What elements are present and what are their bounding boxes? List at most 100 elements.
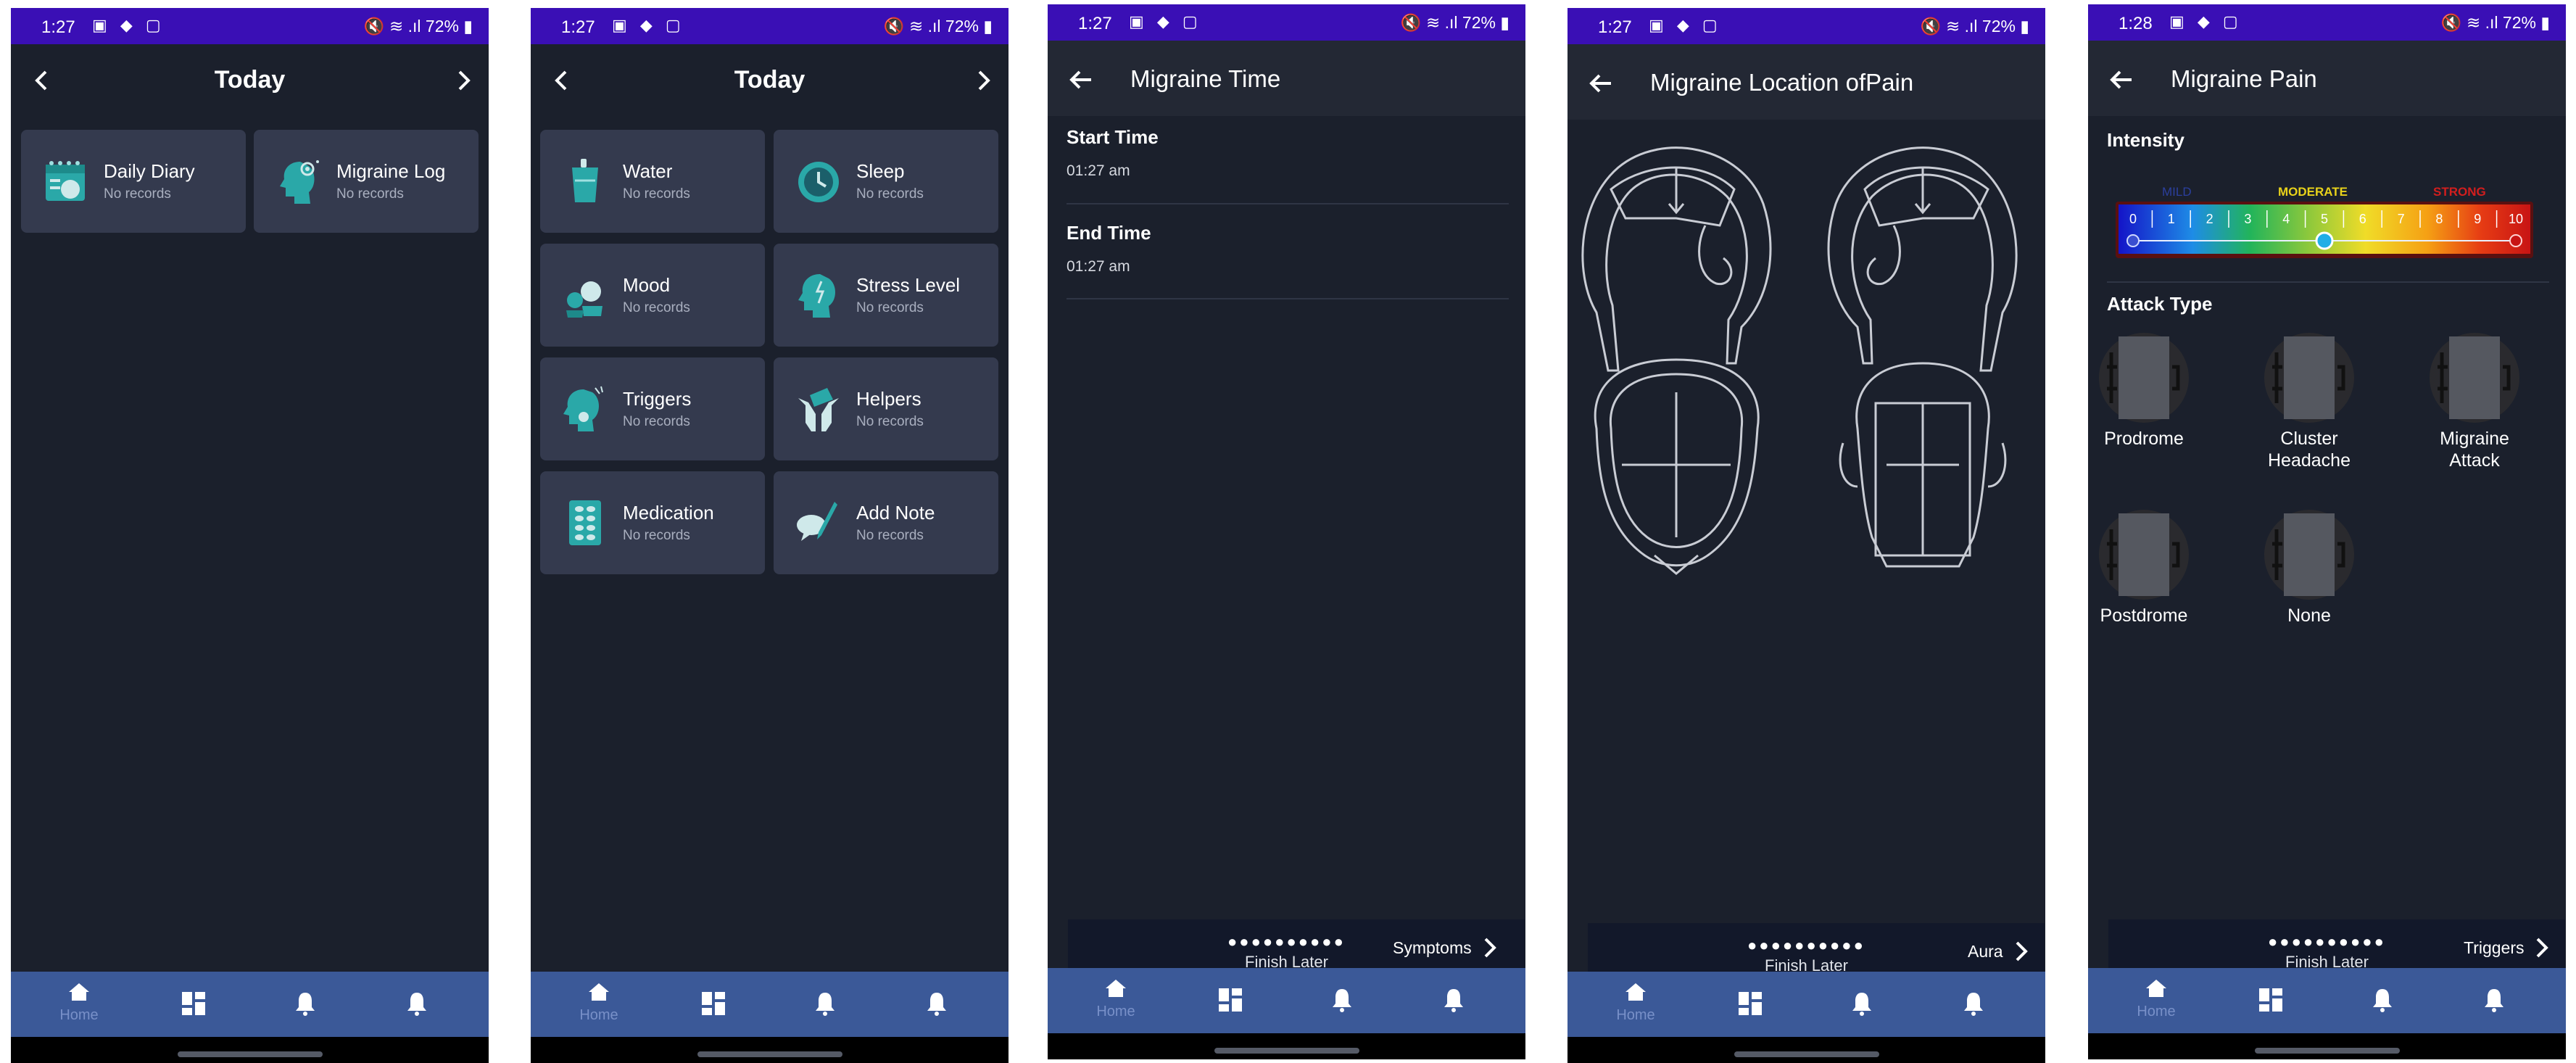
intensity-slider[interactable]: MILD MODERATE STRONG 0 1 2 3 4 5 6 7 8 9 10	[2114, 185, 2535, 260]
dashboard-icon[interactable]	[181, 990, 207, 1017]
bottom-nav: Home	[11, 972, 489, 1037]
end-time-value[interactable]: 01:27 am	[1067, 258, 1130, 276]
start-time-value[interactable]: 01:27 am	[1067, 162, 1130, 180]
divider	[2107, 281, 2549, 283]
card-title: Daily Diary	[104, 160, 195, 182]
home-icon	[1625, 983, 1646, 1001]
status-right: 🔇 ≋ .ıl 72% ▮	[1920, 17, 2029, 36]
notification-icons: ▣ ◆ ▢	[92, 16, 165, 34]
bell-icon[interactable]	[292, 990, 318, 1017]
nav-home-label: Home	[579, 1007, 618, 1023]
dashboard-icon[interactable]	[2258, 987, 2284, 1013]
strong-label: STRONG	[2433, 187, 2486, 199]
home-indicator[interactable]	[1214, 1048, 1359, 1054]
card-title: Medication	[623, 502, 714, 524]
helping-hands-icon	[798, 388, 839, 431]
bell-icon[interactable]	[1441, 987, 1467, 1013]
battery-level: 72%	[425, 17, 459, 36]
diary-calendar-icon	[46, 161, 85, 201]
bell-icon[interactable]	[2481, 987, 2507, 1013]
bell-icon[interactable]	[924, 990, 950, 1017]
scale-number: 4	[2282, 212, 2290, 226]
mood-card[interactable]: Mood No records	[540, 244, 765, 347]
battery-level: 72%	[945, 17, 979, 36]
attack-option-migraine-attack[interactable]: Migraine Attack	[2413, 331, 2536, 471]
back-arrow-icon[interactable]	[2107, 65, 2136, 94]
scale-number: 5	[2321, 212, 2328, 226]
back-arrow-icon[interactable]	[1067, 65, 1096, 94]
home-indicator[interactable]	[697, 1051, 842, 1057]
next-step-button[interactable]: Aura	[1968, 942, 2003, 961]
scale-number: 9	[2474, 212, 2481, 226]
head-front-region[interactable]	[1839, 362, 2007, 568]
home-indicator[interactable]	[2255, 1048, 2400, 1054]
page-title: Migraine Time	[1130, 65, 1281, 92]
nav-home[interactable]: Home	[2134, 978, 2178, 1020]
card-title: Water	[623, 160, 673, 182]
door-icon	[2099, 510, 2189, 600]
pill-pack-icon	[569, 500, 601, 545]
intensity-scale[interactable]: MILD MODERATE STRONG 0 1 2 3 4 5 6 7 8 9 10	[2114, 185, 2535, 260]
card-subtitle: No records	[623, 186, 690, 202]
stress-head-icon	[798, 274, 835, 318]
status-time: 1:27	[1078, 14, 1112, 33]
attack-option-cluster-headache[interactable]: Cluster Headache	[2248, 331, 2371, 471]
next-step-button[interactable]: Symptoms	[1393, 938, 1472, 958]
chevron-right-icon[interactable]	[2532, 935, 2552, 960]
bell-icon[interactable]	[812, 990, 838, 1017]
screenshot-collage: 1:27 ▣ ◆ ▢ 🔇 ≋ .ıl 72% ▮ Today Daily Dia…	[0, 0, 2576, 1063]
status-time: 1:27	[561, 17, 595, 37]
dashboard-icon[interactable]	[700, 990, 726, 1017]
dashboard-icon[interactable]	[1737, 990, 1763, 1017]
add-note-card[interactable]: Add Note No records	[774, 471, 998, 574]
triggers-card[interactable]: Triggers No records	[540, 357, 765, 460]
chevron-right-icon[interactable]	[1480, 935, 1500, 960]
card-subtitle: No records	[336, 186, 404, 202]
home-indicator[interactable]	[178, 1051, 323, 1057]
home-icon	[2146, 980, 2166, 997]
door-icon	[2430, 333, 2519, 423]
bell-icon[interactable]	[404, 990, 430, 1017]
gesture-area	[1567, 1037, 2045, 1063]
slider-thumb[interactable]	[2315, 231, 2334, 250]
bell-icon[interactable]	[1960, 990, 1987, 1017]
nav-home-label: Home	[59, 1007, 99, 1023]
divider	[1067, 298, 1509, 299]
nav-home[interactable]: Home	[1094, 978, 1138, 1020]
head-back-region[interactable]	[1594, 358, 1760, 575]
scale-number: 0	[2129, 212, 2137, 226]
card-subtitle: No records	[623, 300, 690, 315]
next-day-icon[interactable]	[969, 66, 998, 95]
head-right-side-region[interactable]	[1827, 146, 2018, 372]
water-card[interactable]: Water No records	[540, 130, 765, 233]
migraine-log-card[interactable]: Migraine Log No records	[254, 130, 479, 233]
back-arrow-icon[interactable]	[1586, 69, 1615, 98]
card-title: Add Note	[856, 502, 935, 524]
nav-home[interactable]: Home	[577, 982, 621, 1024]
bell-icon[interactable]	[2369, 987, 2395, 1013]
home-icon	[69, 983, 89, 1001]
card-subtitle: No records	[623, 414, 690, 429]
sleep-card[interactable]: Sleep No records	[774, 130, 998, 233]
nav-home[interactable]: Home	[57, 982, 101, 1024]
bell-icon[interactable]	[1329, 987, 1355, 1013]
attack-option-prodrome[interactable]: Prodrome	[2088, 331, 2206, 450]
attack-option-label: Migraine Attack	[2440, 429, 2509, 471]
helpers-card[interactable]: Helpers No records	[774, 357, 998, 460]
next-step-button[interactable]: Triggers	[2464, 938, 2525, 958]
attack-option-postdrome[interactable]: Postdrome	[2088, 508, 2206, 626]
dashboard-icon[interactable]	[1217, 987, 1243, 1013]
attack-option-label: Cluster Headache	[2268, 429, 2351, 471]
home-indicator[interactable]	[1734, 1051, 1879, 1057]
head-left-side-region[interactable]	[1581, 146, 1772, 372]
chevron-right-icon[interactable]	[2011, 939, 2032, 964]
sleep-clock-icon	[798, 162, 839, 202]
bell-icon[interactable]	[1849, 990, 1875, 1017]
medication-card[interactable]: Medication No records	[540, 471, 765, 574]
nav-home[interactable]: Home	[1614, 982, 1657, 1024]
stress-level-card[interactable]: Stress Level No records	[774, 244, 998, 347]
next-day-icon[interactable]	[450, 66, 479, 95]
daily-diary-card[interactable]: Daily Diary No records	[21, 130, 246, 233]
attack-option-none[interactable]: None	[2248, 508, 2371, 626]
app-bar: Migraine Pain	[2088, 41, 2566, 116]
